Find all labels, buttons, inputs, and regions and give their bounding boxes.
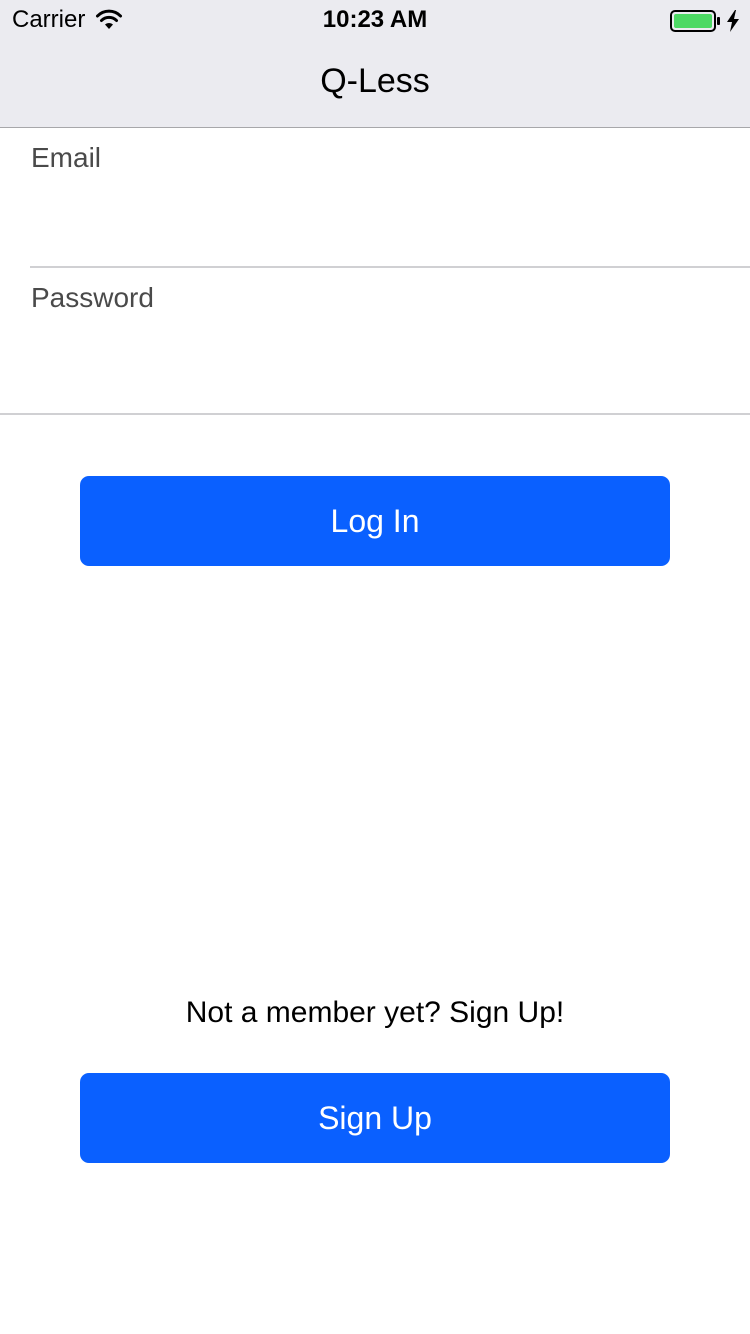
email-field-group: Email: [0, 128, 750, 268]
password-divider: [0, 413, 750, 415]
password-field-group: Password: [0, 268, 750, 408]
email-label: Email: [31, 142, 102, 173]
signup-prompt: Not a member yet? Sign Up!: [185, 996, 565, 1029]
battery-icon: [670, 10, 720, 32]
bolt-icon: [727, 10, 739, 32]
status-bar: Carrier 10:23 AM: [0, 0, 750, 40]
status-time: 10:23 AM: [322, 6, 428, 33]
password-field[interactable]: [30, 328, 730, 388]
navigation-header: Carrier 10:23 AM Q-Less: [0, 0, 750, 128]
login-button[interactable]: Log In: [80, 476, 670, 566]
email-field[interactable]: [30, 188, 730, 248]
battery-indicator: [670, 9, 740, 33]
page-title: Q-Less: [320, 62, 430, 100]
signup-button[interactable]: Sign Up: [80, 1073, 670, 1163]
login-screen: Carrier 10:23 AM Q-Less Email Password L…: [0, 0, 750, 1334]
password-label: Password: [31, 282, 154, 313]
